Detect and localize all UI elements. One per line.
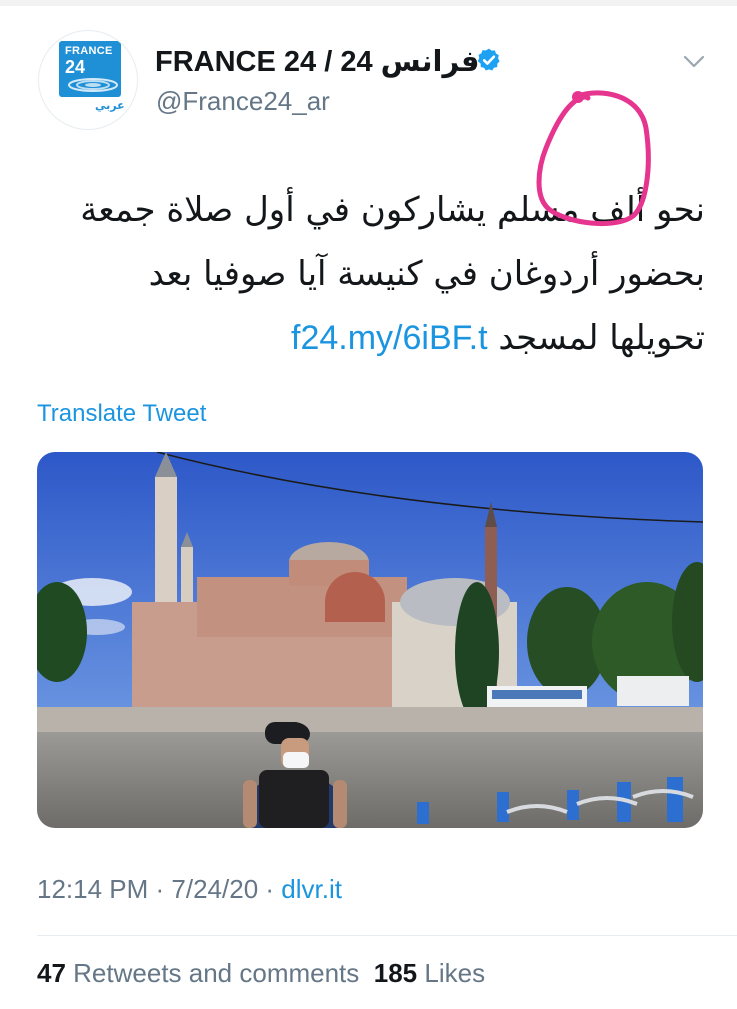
display-name[interactable]: FRANCE 24 / 24 فرانس <box>155 44 480 79</box>
chevron-down-icon[interactable] <box>683 54 705 70</box>
retweets-label: Retweets and comments <box>73 958 360 988</box>
meta-separator-2: · <box>258 874 282 904</box>
tweet-stats: 47 Retweets and comments 185 Likes <box>37 958 485 989</box>
tweet-date[interactable]: 7/24/20 <box>171 874 258 904</box>
tweet-photo[interactable] <box>37 452 703 828</box>
account-handle[interactable]: @France24_ar <box>156 86 330 117</box>
logo-text-arabic: عربي <box>95 100 125 112</box>
logo-text-france: FRANCE <box>65 45 113 57</box>
likes-count: 185 <box>373 958 418 988</box>
translate-tweet-link[interactable]: Translate Tweet <box>37 400 206 428</box>
tweet-meta: 12:14 PM · 7/24/20 · dlvr.it <box>37 874 342 905</box>
tweet-time[interactable]: 12:14 PM <box>37 874 148 904</box>
france24-logo: FRANCE 24 <box>59 41 121 97</box>
tweet-source-link[interactable]: dlvr.it <box>281 874 342 904</box>
likes-label: Likes <box>424 958 486 988</box>
top-divider <box>0 0 737 6</box>
likes-stat[interactable]: 185 Likes <box>374 958 485 988</box>
retweets-count: 47 <box>37 958 66 988</box>
hagia-sophia-photo <box>37 452 703 828</box>
retweets-stat[interactable]: 47 Retweets and comments <box>37 958 359 988</box>
tweet-text: نحو ألف مسلم يشاركون في أول صلاة جمعة بح… <box>60 178 705 370</box>
meta-separator-1: · <box>148 874 172 904</box>
verified-badge-icon <box>477 48 500 71</box>
tweet-link[interactable]: f24.my/6iBF.t <box>291 319 488 357</box>
logo-text-24: 24 <box>65 57 86 77</box>
avatar[interactable]: FRANCE 24 عربي <box>38 30 138 130</box>
stats-divider <box>37 935 737 936</box>
